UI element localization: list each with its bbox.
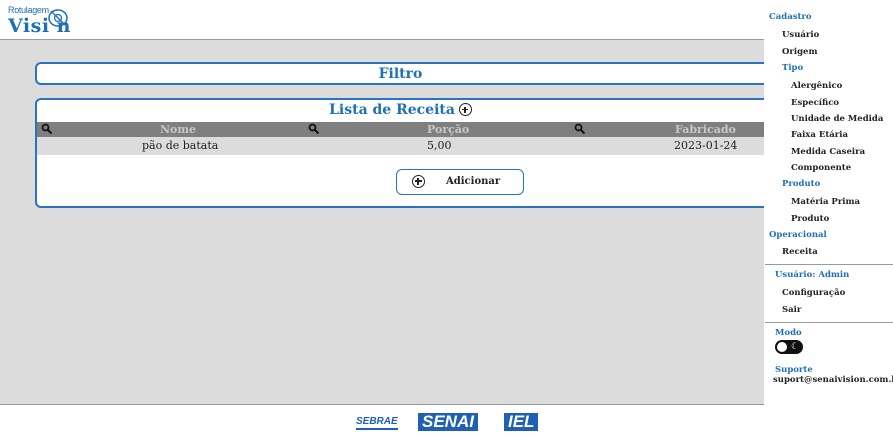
table-row[interactable]: pão de batata 5,00 2023-01-24 xyxy=(37,137,764,155)
logo-emblem-icon xyxy=(48,9,68,27)
sidebar-section-operacional[interactable]: Operacional xyxy=(769,230,827,241)
plus-circle-icon[interactable] xyxy=(458,103,472,116)
rotulagem-vision-logo[interactable]: Rotulagem Visi n xyxy=(6,3,106,37)
cell-nome: pão de batata xyxy=(142,139,219,152)
sidebar-item-medida-caseira[interactable]: Medida Caseira xyxy=(791,147,865,158)
table-header: Nome Porção Fabricado xyxy=(37,122,764,137)
cell-fabricado: 2023-01-24 xyxy=(674,139,738,152)
sidebar-item-usuario[interactable]: Usuário xyxy=(782,30,819,41)
sidebar-item-faixa-etaria[interactable]: Faixa Etária xyxy=(791,130,848,141)
support-email-link[interactable]: suport@senaivision.com.br xyxy=(773,375,893,386)
add-recipe-button[interactable]: Adicionar xyxy=(396,169,524,195)
filter-panel[interactable]: Filtro xyxy=(35,62,764,85)
sidebar-item-alergenico[interactable]: Alergênico xyxy=(791,81,842,92)
sidebar-item-materia-prima[interactable]: Matéria Prima xyxy=(791,197,860,208)
cell-porcao: 5,00 xyxy=(427,139,452,152)
sidebar-section-tipo[interactable]: Tipo xyxy=(782,63,803,74)
sidebar-item-unidade-medida[interactable]: Unidade de Medida xyxy=(791,114,883,125)
plus-circle-icon xyxy=(412,175,425,188)
sidebar-item-origem[interactable]: Origem xyxy=(782,47,817,58)
filter-title: Filtro xyxy=(378,66,423,82)
recipe-list-header: Lista de Receita xyxy=(37,101,764,119)
logo-top-text: Rotulagem xyxy=(8,5,49,15)
theme-toggle[interactable]: ☾ xyxy=(775,340,803,354)
column-header-fabricado: Fabricado xyxy=(675,123,736,136)
sidebar-item-receita[interactable]: Receita xyxy=(782,247,818,258)
header: Rotulagem Visi n xyxy=(0,0,764,40)
sidebar-item-especifico[interactable]: Específico xyxy=(791,98,839,109)
recipe-list-title: Lista de Receita xyxy=(329,102,455,118)
sidebar-item-produto[interactable]: Produto xyxy=(791,214,829,225)
add-button-label: Adicionar xyxy=(446,176,501,187)
column-header-nome: Nome xyxy=(160,123,197,136)
search-icon[interactable] xyxy=(308,123,320,135)
sidebar-item-configuracao[interactable]: Configuração xyxy=(782,288,845,299)
sidebar-divider xyxy=(765,322,893,323)
sidebar-section-produto[interactable]: Produto xyxy=(782,179,820,190)
senai-logo: SENAI xyxy=(418,413,478,431)
sidebar-divider xyxy=(765,264,893,265)
iel-logo: IEL xyxy=(504,413,539,431)
column-header-porcao: Porção xyxy=(427,123,470,136)
sidebar-menu: Cadastro Usuário Origem Tipo Alergênico … xyxy=(765,0,893,437)
mode-label: Modo xyxy=(775,328,802,338)
search-icon[interactable] xyxy=(574,123,586,135)
main-app: Rotulagem Visi n Filtro Lista de Receita xyxy=(0,0,764,437)
sidebar-item-componente[interactable]: Componente xyxy=(791,163,851,174)
moon-icon: ☾ xyxy=(791,342,800,352)
footer: SEBRAE SENAI IEL xyxy=(0,404,764,437)
sidebar-section-cadastro[interactable]: Cadastro xyxy=(769,12,812,23)
recipe-list-panel: Lista de Receita Nome Porção Fabricado p… xyxy=(35,98,764,208)
content-area: Filtro Lista de Receita Nome Porção Fabr… xyxy=(0,40,764,404)
sidebar-user-label: Usuário: Admin xyxy=(775,270,850,280)
sidebar-item-sair[interactable]: Sair xyxy=(782,305,801,316)
toggle-knob xyxy=(777,342,787,352)
search-icon[interactable] xyxy=(41,123,53,135)
sebrae-logo: SEBRAE xyxy=(356,416,398,430)
